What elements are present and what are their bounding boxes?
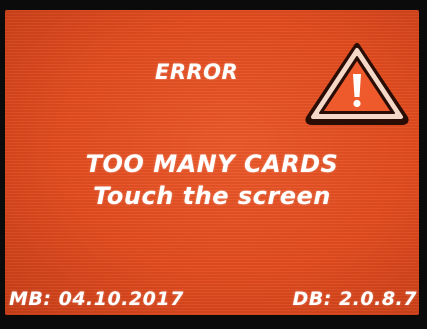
touch-instruction: Touch the screen: [93, 182, 331, 210]
error-message: TOO MANY CARDS: [85, 150, 339, 178]
db-version-label: DB: 2.0.8.7: [292, 288, 417, 310]
mb-version-label: MB: 04.10.2017: [9, 288, 184, 310]
error-screen[interactable]: ERROR TOO MANY CARDS Touch the screen MB…: [5, 10, 419, 315]
device-bezel: ERROR TOO MANY CARDS Touch the screen MB…: [0, 0, 427, 329]
error-title: ERROR: [155, 60, 239, 84]
warning-triangle-icon: [305, 43, 409, 125]
